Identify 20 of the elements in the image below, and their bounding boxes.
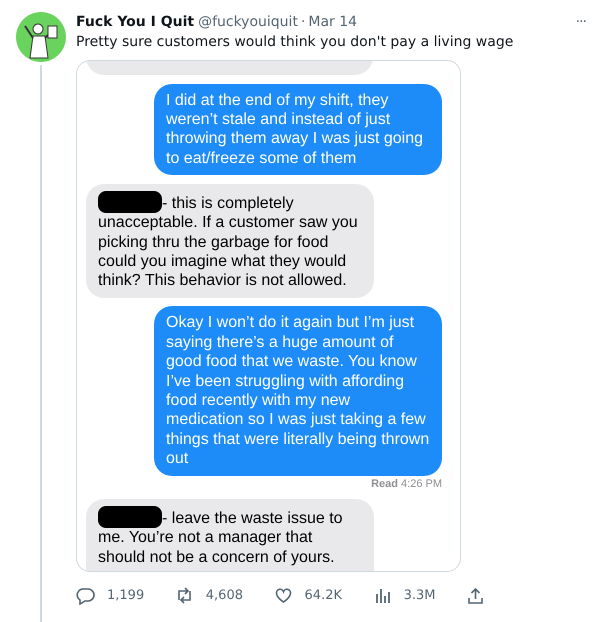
sent-message: I did at the end of my shift, they weren’t stale and instead of just throwing them away I was just going to eat/freeze some of them (154, 84, 442, 176)
share-icon[interactable] (466, 586, 485, 604)
action-count: 1,199 (107, 588, 144, 602)
author-name[interactable]: Fuck You I Quit (76, 14, 194, 30)
heart-icon[interactable] (274, 586, 293, 604)
received-message: - this is completely unacceptable. If a customer saw you picking thru the garbage for food could you imagine what they would think? This behavior is not allowed. (86, 184, 374, 298)
sent-message: Okay I won’t do it again but I’m just saying there’s a huge amount of good food that we waste. You know I’ve been struggling with affording food recently with my new medication so I was just taking a few things that were literally being thrown out (154, 306, 442, 476)
action-count: 3.3M (404, 588, 436, 602)
action-count: 4,608 (206, 588, 243, 602)
more-button[interactable]: ··· (576, 14, 586, 30)
separator-dot: · (300, 14, 306, 30)
author-handle[interactable]: @fuckyouiquit (198, 14, 298, 30)
screenshot-card[interactable] (76, 60, 461, 572)
received-message: - leave the waste issue to me. You’re not a manager that should not be a concern of yours. (86, 498, 374, 571)
post-text: Pretty sure customers would think you don't pay a living wage (76, 34, 514, 50)
read-receipt: Read 4:26 PM (371, 478, 442, 490)
action-count: 64.2K (304, 588, 342, 602)
post-date[interactable]: Mar 14 (308, 14, 358, 30)
avatar[interactable] (16, 12, 66, 62)
comment-icon[interactable] (76, 586, 95, 604)
